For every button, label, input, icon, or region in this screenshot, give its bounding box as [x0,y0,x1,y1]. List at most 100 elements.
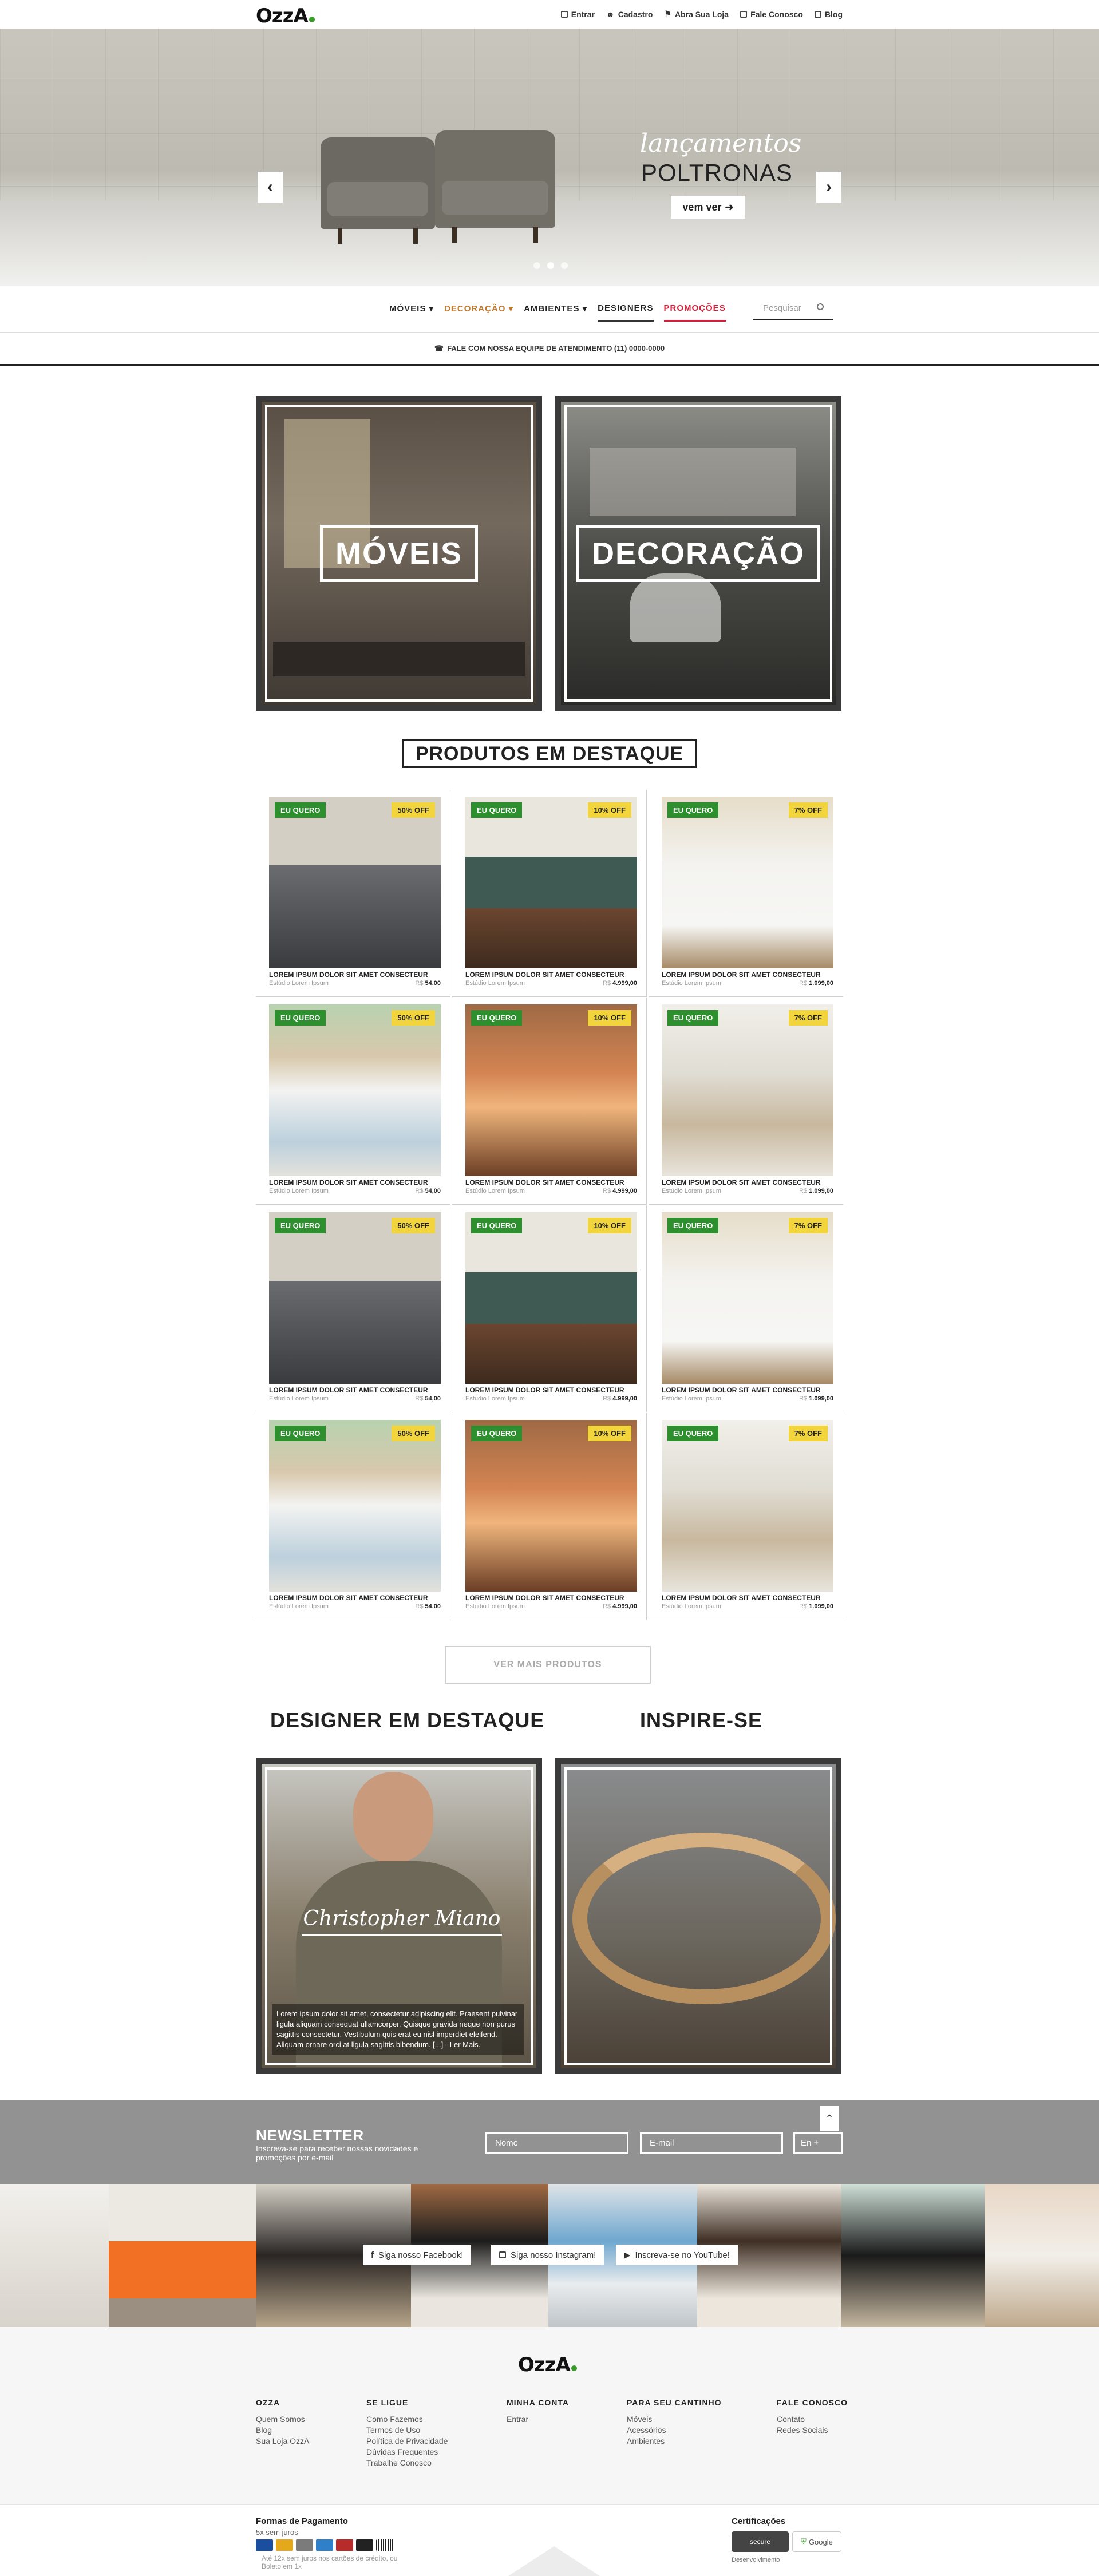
product-store[interactable]: Estúdio Lorem Ipsum [269,1188,329,1194]
product-card[interactable]: EU QUERO 10% OFF LOREM IPSUM DOLOR SIT AME… [452,998,647,1205]
newsletter-email-field[interactable]: E-mail [640,2132,783,2154]
product-image[interactable]: EU QUERO 10% OFF [465,1004,637,1176]
product-image[interactable]: EU QUERO 7% OFF [662,1212,833,1384]
youtube-button[interactable]: ▶ Inscreva-se no YouTube! [616,2245,738,2265]
want-badge[interactable]: EU QUERO [471,802,523,818]
footer-link[interactable]: Acessórios [627,2425,722,2436]
product-title[interactable]: LOREM IPSUM DOLOR SIT AMET CONSECTEUR [465,1178,624,1186]
product-store[interactable]: Estúdio Lorem Ipsum [269,1603,329,1610]
product-store[interactable]: Estúdio Lorem Ipsum [662,1603,721,1610]
product-store[interactable]: Estúdio Lorem Ipsum [662,1188,721,1194]
product-title[interactable]: LOREM IPSUM DOLOR SIT AMET CONSECTEUR [465,1386,624,1394]
want-badge[interactable]: EU QUERO [471,1426,523,1441]
product-card[interactable]: EU QUERO 50% OFF LOREM IPSUM DOLOR SIT AME… [256,790,450,997]
product-image[interactable]: EU QUERO 7% OFF [662,797,833,968]
newsletter-submit-button[interactable]: En + [793,2132,843,2154]
product-card[interactable]: EU QUERO 50% OFF LOREM IPSUM DOLOR SIT AME… [256,1413,450,1620]
product-store[interactable]: Estúdio Lorem Ipsum [465,1395,525,1402]
footer-link[interactable]: Termos de Uso [366,2425,448,2436]
slider-prev-button[interactable]: ‹ [258,172,283,203]
footer-link[interactable]: Dúvidas Frequentes [366,2447,448,2458]
slider-next-button[interactable]: › [816,172,841,203]
newsletter-name-field[interactable]: Nome [485,2132,628,2154]
google-seal[interactable]: ⛨ Google [792,2531,841,2552]
designer-card[interactable]: Christopher Miano Lorem ipsum dolor sit … [256,1758,542,2074]
category-tile-moveis[interactable]: MÓVEIS [256,396,542,711]
scroll-top-button[interactable]: ⌃ [820,2106,839,2131]
product-title[interactable]: LOREM IPSUM DOLOR SIT AMET CONSECTEUR [269,1178,428,1186]
product-card[interactable]: EU QUERO 7% OFF LOREM IPSUM DOLOR SIT AMET… [649,998,843,1205]
product-image[interactable]: EU QUERO 50% OFF [269,1420,441,1592]
search-input[interactable]: Pesquisar [753,302,833,320]
instagram-button[interactable]: Siga nosso Instagram! [491,2245,604,2265]
category-tile-decoracao[interactable]: DECORAÇÃO [555,396,841,711]
slider-dot[interactable] [561,262,568,269]
nav-item-ambientes[interactable]: AMBIENTES ▾ [524,303,587,322]
product-card[interactable]: EU QUERO 10% OFF LOREM IPSUM DOLOR SIT AME… [452,1205,647,1412]
footer-link[interactable]: Blog [256,2425,309,2436]
register-link[interactable]: ☻ Cadastro [606,9,653,19]
hero-cta-button[interactable]: vem ver ➜ [671,196,745,219]
product-store[interactable]: Estúdio Lorem Ipsum [269,1395,329,1402]
want-badge[interactable]: EU QUERO [667,1010,719,1026]
search-icon[interactable] [817,303,824,310]
product-image[interactable]: EU QUERO 7% OFF [662,1004,833,1176]
view-more-products-button[interactable]: VER MAIS PRODUTOS [445,1646,651,1684]
product-title[interactable]: LOREM IPSUM DOLOR SIT AMET CONSECTEUR [662,1386,821,1394]
product-card[interactable]: EU QUERO 10% OFF LOREM IPSUM DOLOR SIT AME… [452,1413,647,1620]
facebook-button[interactable]: f Siga nosso Facebook! [363,2245,472,2265]
footer-link[interactable]: Como Fazemos [366,2414,448,2425]
product-store[interactable]: Estúdio Lorem Ipsum [465,1188,525,1194]
logo[interactable]: OzzA [256,5,315,27]
product-title[interactable]: LOREM IPSUM DOLOR SIT AMET CONSECTEUR [662,1178,821,1186]
product-image[interactable]: EU QUERO 50% OFF [269,797,441,968]
inspire-card[interactable] [555,1758,841,2074]
footer-link[interactable]: Móveis [627,2414,722,2425]
product-card[interactable]: EU QUERO 50% OFF LOREM IPSUM DOLOR SIT AME… [256,998,450,1205]
product-card[interactable]: EU QUERO 10% OFF LOREM IPSUM DOLOR SIT AME… [452,790,647,997]
product-title[interactable]: LOREM IPSUM DOLOR SIT AMET CONSECTEUR [269,1594,428,1602]
hero-slider[interactable]: lançamentos POLTRONAS vem ver ➜ ‹ › [0,29,1099,286]
secure-seal[interactable]: secure [732,2531,789,2552]
nav-item-promocoes[interactable]: PROMOÇÕES [663,303,726,322]
nav-item-moveis[interactable]: MÓVEIS ▾ [389,303,434,322]
product-image[interactable]: EU QUERO 10% OFF [465,797,637,968]
product-title[interactable]: LOREM IPSUM DOLOR SIT AMET CONSECTEUR [662,1594,821,1602]
product-title[interactable]: LOREM IPSUM DOLOR SIT AMET CONSECTEUR [269,971,428,979]
want-badge[interactable]: EU QUERO [667,802,719,818]
product-title[interactable]: LOREM IPSUM DOLOR SIT AMET CONSECTEUR [269,1386,428,1394]
product-store[interactable]: Estúdio Lorem Ipsum [465,1603,525,1610]
product-card[interactable]: EU QUERO 50% OFF LOREM IPSUM DOLOR SIT AME… [256,1205,450,1412]
product-title[interactable]: LOREM IPSUM DOLOR SIT AMET CONSECTEUR [662,971,821,979]
login-link[interactable]: Entrar [560,9,595,19]
product-store[interactable]: Estúdio Lorem Ipsum [465,980,525,987]
footer-link[interactable]: Redes Sociais [777,2425,848,2436]
want-badge[interactable]: EU QUERO [275,802,326,818]
nav-item-decoracao[interactable]: DECORAÇÃO ▾ [444,303,513,322]
footer-link[interactable]: Política de Privacidade [366,2436,448,2447]
footer-link[interactable]: Trabalhe Conosco [366,2458,448,2468]
product-image[interactable]: EU QUERO 7% OFF [662,1420,833,1592]
footer-logo[interactable]: OzzA [518,2353,577,2376]
footer-link[interactable]: Quem Somos [256,2414,309,2425]
product-title[interactable]: LOREM IPSUM DOLOR SIT AMET CONSECTEUR [465,1594,624,1602]
want-badge[interactable]: EU QUERO [471,1010,523,1026]
product-image[interactable]: EU QUERO 10% OFF [465,1212,637,1384]
want-badge[interactable]: EU QUERO [667,1218,719,1233]
product-card[interactable]: EU QUERO 7% OFF LOREM IPSUM DOLOR SIT AMET… [649,790,843,997]
blog-link[interactable]: Blog [814,9,843,19]
want-badge[interactable]: EU QUERO [275,1010,326,1026]
product-card[interactable]: EU QUERO 7% OFF LOREM IPSUM DOLOR SIT AMET… [649,1413,843,1620]
product-card[interactable]: EU QUERO 7% OFF LOREM IPSUM DOLOR SIT AMET… [649,1205,843,1412]
want-badge[interactable]: EU QUERO [667,1426,719,1441]
want-badge[interactable]: EU QUERO [471,1218,523,1233]
contact-link[interactable]: Fale Conosco [740,9,803,19]
product-image[interactable]: EU QUERO 10% OFF [465,1420,637,1592]
product-store[interactable]: Estúdio Lorem Ipsum [662,980,721,987]
footer-link[interactable]: Sua Loja OzzA [256,2436,309,2447]
product-store[interactable]: Estúdio Lorem Ipsum [269,980,329,987]
want-badge[interactable]: EU QUERO [275,1218,326,1233]
product-store[interactable]: Estúdio Lorem Ipsum [662,1395,721,1402]
slider-dot[interactable] [533,262,540,269]
footer-link[interactable]: Contato [777,2414,848,2425]
